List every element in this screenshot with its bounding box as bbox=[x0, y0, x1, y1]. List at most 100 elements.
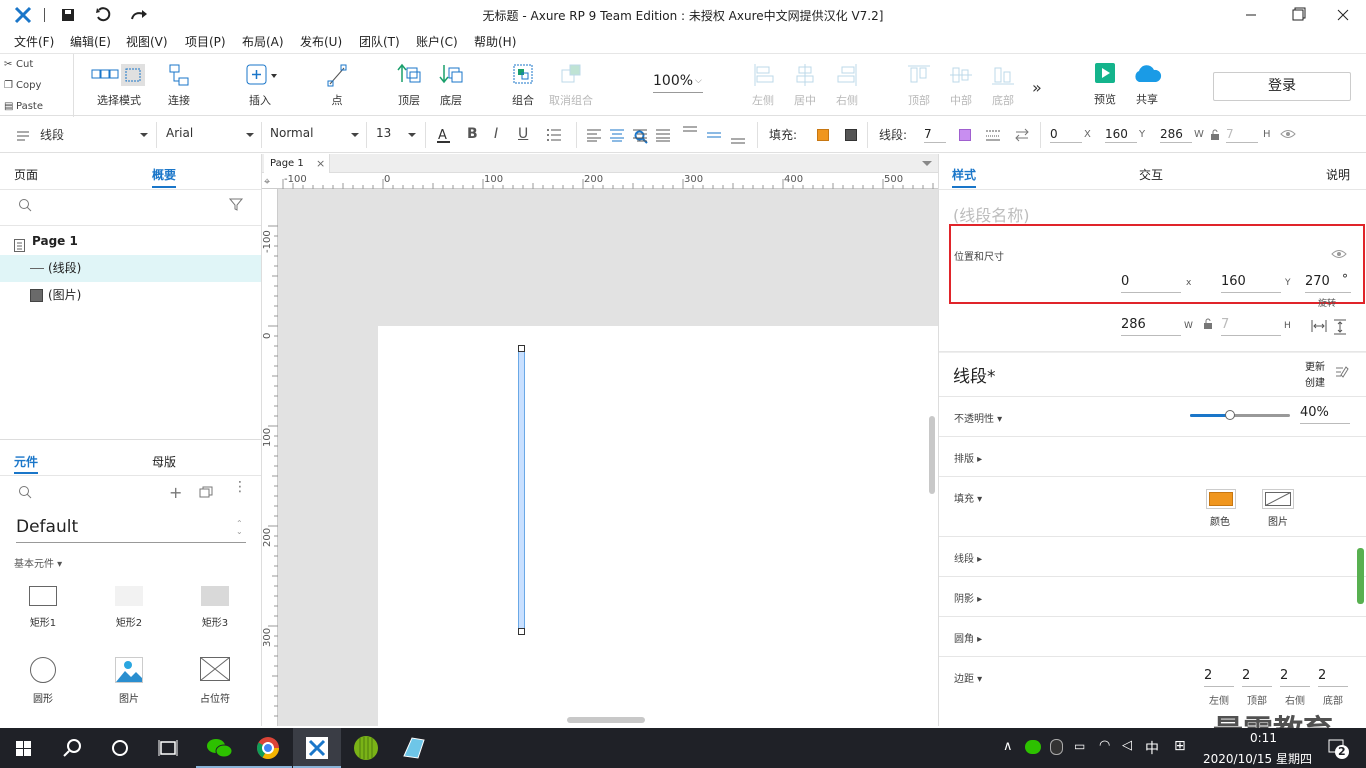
lock-icon[interactable] bbox=[1203, 318, 1213, 333]
fit-height-icon[interactable] bbox=[1333, 319, 1347, 338]
top-layer-button[interactable]: 顶层 bbox=[393, 62, 425, 108]
tray-qq-icon[interactable] bbox=[1050, 739, 1063, 755]
tab-notes[interactable]: 说明 bbox=[1326, 166, 1350, 183]
shadow-section[interactable]: 阴影 ▸ bbox=[954, 590, 982, 605]
cut-button[interactable]: ✂ Cut bbox=[0, 54, 74, 75]
zoom-select[interactable]: 100% ⌵ bbox=[653, 73, 703, 93]
widget-name-input[interactable]: (线段名称) bbox=[953, 202, 1030, 226]
bottom-layer-button[interactable]: 底层 bbox=[435, 62, 467, 108]
menu-view[interactable]: 视图(V) bbox=[126, 33, 168, 50]
line-width-field[interactable]: 7 bbox=[924, 127, 946, 143]
height-field[interactable]: 7 bbox=[1221, 316, 1281, 336]
tray-battery-icon[interactable]: ▭ bbox=[1074, 739, 1085, 753]
font-family-select[interactable]: Arial bbox=[166, 126, 193, 140]
width-field[interactable]: 286 bbox=[1160, 127, 1192, 143]
tray-keyboard-icon[interactable]: ⊞ bbox=[1174, 738, 1186, 754]
update-style-link[interactable]: 更新 bbox=[1305, 358, 1325, 373]
taskbar-app-green[interactable] bbox=[342, 728, 390, 768]
menu-file[interactable]: 文件(F) bbox=[14, 33, 54, 50]
tray-time[interactable]: 0:11 bbox=[1250, 731, 1277, 745]
share-button[interactable]: 共享 bbox=[1128, 62, 1166, 107]
padding-bottom-field[interactable]: 2 bbox=[1318, 667, 1348, 687]
text-align-center-icon[interactable] bbox=[609, 128, 625, 145]
tab-outline[interactable]: 概要 bbox=[152, 166, 176, 183]
tab-pages[interactable]: 页面 bbox=[14, 166, 38, 183]
tab-dropdown-icon[interactable] bbox=[922, 161, 932, 166]
y-position-field[interactable]: 160 bbox=[1221, 273, 1281, 293]
text-align-left-icon[interactable] bbox=[586, 128, 602, 145]
tree-item-image[interactable]: (图片) bbox=[0, 282, 261, 309]
action-center-button[interactable]: 2 bbox=[1326, 736, 1350, 760]
search-icon[interactable] bbox=[18, 485, 32, 502]
ungroup-button[interactable]: 取消组合 bbox=[548, 62, 594, 108]
tab-widgets[interactable]: 元件 bbox=[14, 453, 38, 470]
align-middle-button[interactable]: 中部 bbox=[946, 62, 976, 108]
font-style-select[interactable]: Normal bbox=[270, 126, 313, 140]
tray-date[interactable]: 2020/10/15 星期四 bbox=[1203, 750, 1312, 767]
tree-item-line[interactable]: (线段) bbox=[0, 255, 261, 282]
bullet-list-icon[interactable] bbox=[546, 128, 562, 145]
tree-item-page[interactable]: Page 1 bbox=[0, 228, 261, 255]
widget-rectangle-2[interactable]: 矩形2 bbox=[99, 586, 159, 629]
typeset-section[interactable]: 排版 ▸ bbox=[954, 450, 982, 465]
selected-line-widget[interactable] bbox=[518, 348, 525, 632]
align-right-button[interactable]: 右侧 bbox=[832, 62, 862, 108]
padding-section[interactable]: 边距 ▾ bbox=[954, 670, 982, 685]
edit-style-icon[interactable] bbox=[1335, 365, 1349, 382]
line-pattern-icon[interactable] bbox=[985, 128, 1001, 145]
text-justify-icon[interactable] bbox=[655, 128, 671, 145]
minimize-button[interactable] bbox=[1228, 0, 1274, 30]
tab-interactions[interactable]: 交互 bbox=[1139, 166, 1163, 183]
menu-help[interactable]: 帮助(H) bbox=[474, 33, 516, 50]
visibility-eye-icon[interactable] bbox=[1331, 248, 1347, 263]
align-center-button[interactable]: 居中 bbox=[790, 62, 820, 108]
page-canvas[interactable] bbox=[378, 326, 938, 726]
widget-style-select[interactable]: 线段 bbox=[40, 126, 64, 143]
select-mode-button[interactable]: 选择模式 bbox=[91, 62, 145, 108]
login-button[interactable]: 登录 bbox=[1213, 72, 1351, 101]
underline-icon[interactable]: U bbox=[518, 126, 528, 142]
inspector-scrollbar[interactable] bbox=[1357, 548, 1364, 604]
taskbar-axure[interactable] bbox=[293, 728, 341, 768]
resize-handle-top[interactable] bbox=[518, 345, 525, 352]
fit-width-icon[interactable] bbox=[1311, 319, 1327, 336]
width-field[interactable]: 286 bbox=[1121, 316, 1181, 336]
align-top-button[interactable]: 顶部 bbox=[904, 62, 934, 108]
font-size-select[interactable]: 13 bbox=[376, 126, 391, 140]
line-section[interactable]: 线段 ▸ bbox=[954, 550, 982, 565]
valign-top-icon[interactable] bbox=[682, 125, 698, 148]
preview-button[interactable]: 预览 bbox=[1090, 62, 1120, 107]
valign-bottom-icon[interactable] bbox=[730, 125, 746, 148]
corner-section[interactable]: 圆角 ▸ bbox=[954, 630, 982, 645]
bold-icon[interactable]: B bbox=[467, 126, 478, 142]
library-select[interactable]: Default ⌃ ⌄ bbox=[16, 517, 246, 543]
maximize-button[interactable] bbox=[1274, 0, 1320, 30]
more-vertical-icon[interactable]: ⋮ bbox=[233, 480, 247, 494]
tray-expand-icon[interactable]: ∧ bbox=[1003, 739, 1013, 754]
align-bottom-button[interactable]: 底部 bbox=[988, 62, 1018, 108]
font-color-icon[interactable]: A bbox=[436, 126, 452, 147]
menu-layout[interactable]: 布局(A) bbox=[242, 33, 284, 50]
tray-wifi-icon[interactable]: ◠ bbox=[1099, 738, 1110, 753]
text-align-right-icon[interactable] bbox=[632, 128, 648, 145]
widget-image[interactable]: 图片 bbox=[99, 657, 159, 705]
menu-team[interactable]: 团队(T) bbox=[359, 33, 400, 50]
x-field[interactable]: 0 bbox=[1050, 127, 1082, 143]
arrow-style-icon[interactable] bbox=[1013, 127, 1031, 146]
resize-handle-bottom[interactable] bbox=[518, 628, 525, 635]
category-basic[interactable]: 基本元件 ▾ bbox=[14, 555, 62, 570]
tray-ime-indicator[interactable]: 中 bbox=[1145, 738, 1159, 758]
fill-section[interactable]: 填充 ▾ bbox=[954, 490, 982, 505]
padding-right-field[interactable]: 2 bbox=[1280, 667, 1310, 687]
point-button[interactable]: 点 bbox=[320, 62, 354, 108]
search-icon[interactable] bbox=[18, 198, 32, 215]
group-button[interactable]: 组合 bbox=[508, 62, 538, 108]
tab-masters[interactable]: 母版 bbox=[152, 453, 176, 470]
close-tab-icon[interactable]: × bbox=[316, 154, 325, 173]
y-field[interactable]: 160 bbox=[1105, 127, 1137, 143]
menu-edit[interactable]: 编辑(E) bbox=[70, 33, 111, 50]
valign-middle-icon[interactable] bbox=[706, 125, 722, 148]
filter-icon[interactable] bbox=[228, 198, 245, 215]
widget-placeholder[interactable]: 占位符 bbox=[185, 657, 245, 705]
tab-style[interactable]: 样式 bbox=[952, 166, 976, 183]
